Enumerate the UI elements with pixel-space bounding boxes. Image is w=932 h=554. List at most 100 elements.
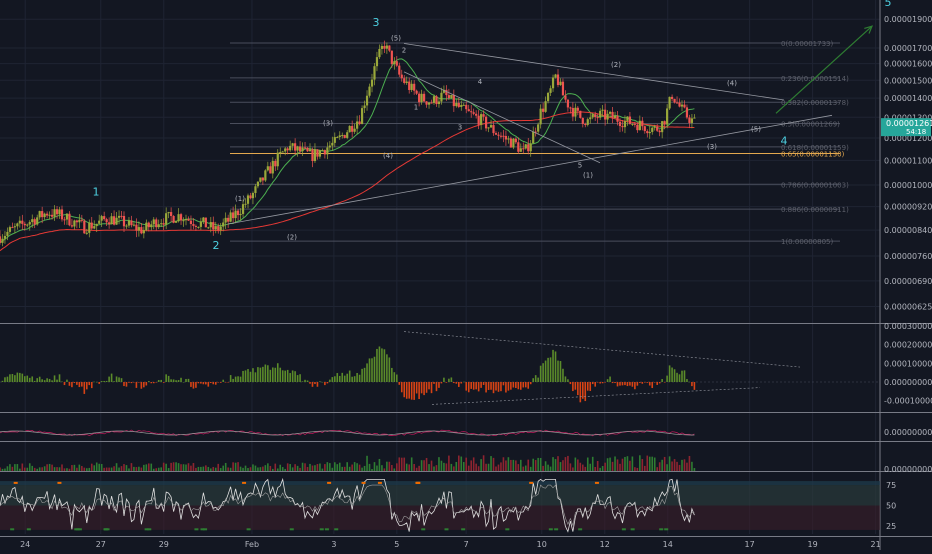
- candle-body[interactable]: [653, 126, 656, 128]
- candle-body[interactable]: [269, 166, 272, 174]
- candle-body[interactable]: [212, 222, 215, 230]
- candle-body[interactable]: [388, 45, 391, 51]
- candle-body[interactable]: [447, 95, 450, 98]
- candle-body[interactable]: [596, 117, 599, 119]
- candle-body[interactable]: [241, 204, 245, 214]
- candle-body[interactable]: [363, 105, 366, 109]
- candle-body[interactable]: [633, 123, 636, 125]
- candle-body[interactable]: [477, 115, 480, 125]
- candle-body[interactable]: [58, 209, 61, 215]
- candle-body[interactable]: [554, 74, 557, 78]
- candle-body[interactable]: [6, 231, 9, 236]
- candle-body[interactable]: [522, 148, 525, 150]
- candle-body[interactable]: [470, 111, 473, 113]
- candle-body[interactable]: [120, 215, 123, 217]
- candle-body[interactable]: [631, 123, 634, 125]
- candle-body[interactable]: [323, 150, 326, 155]
- candle-body[interactable]: [313, 149, 317, 162]
- candle-body[interactable]: [646, 131, 649, 134]
- candle-body[interactable]: [147, 222, 150, 228]
- candle-body[interactable]: [103, 216, 106, 220]
- candle-body[interactable]: [83, 220, 86, 234]
- candle-body[interactable]: [232, 212, 235, 219]
- candle-body[interactable]: [427, 102, 431, 105]
- candle-body[interactable]: [356, 121, 359, 129]
- candle-body[interactable]: [157, 224, 160, 228]
- candle-body[interactable]: [648, 131, 651, 134]
- candle-body[interactable]: [316, 149, 319, 157]
- candle-body[interactable]: [132, 224, 136, 226]
- candle-body[interactable]: [155, 219, 158, 228]
- candle-body[interactable]: [249, 195, 252, 199]
- candle-body[interactable]: [504, 135, 508, 140]
- candle-body[interactable]: [400, 74, 403, 79]
- candle-body[interactable]: [673, 98, 676, 103]
- candle-body[interactable]: [432, 96, 436, 103]
- candle-body[interactable]: [539, 108, 542, 125]
- candle-body[interactable]: [227, 217, 230, 222]
- candle-body[interactable]: [187, 219, 190, 221]
- candle-body[interactable]: [73, 220, 76, 227]
- candle-body[interactable]: [207, 227, 210, 229]
- candle-body[interactable]: [638, 120, 641, 131]
- candle-body[interactable]: [98, 220, 101, 224]
- candle-body[interactable]: [197, 226, 200, 228]
- candle-body[interactable]: [460, 105, 463, 107]
- candle-body[interactable]: [529, 143, 532, 152]
- candle-body[interactable]: [274, 160, 277, 167]
- candle-body[interactable]: [55, 209, 59, 215]
- candle-body[interactable]: [90, 222, 93, 229]
- candle-body[interactable]: [413, 83, 416, 91]
- candle-body[interactable]: [108, 222, 111, 225]
- trading-chart[interactable]: 0(0.00001733) 0.236(0.00001514) 0.382(0.00…: [0, 0, 932, 550]
- candle-body[interactable]: [174, 221, 178, 223]
- candle-body[interactable]: [18, 220, 21, 224]
- candle-body[interactable]: [192, 224, 195, 226]
- candle-body[interactable]: [234, 210, 237, 219]
- candle-body[interactable]: [601, 109, 604, 111]
- candle-body[interactable]: [140, 227, 143, 234]
- candle-body[interactable]: [487, 127, 490, 129]
- candle-body[interactable]: [499, 135, 503, 137]
- candle-body[interactable]: [21, 220, 24, 224]
- candle-body[interactable]: [514, 138, 517, 143]
- candle-body[interactable]: [475, 113, 478, 116]
- candle-body[interactable]: [117, 215, 121, 218]
- candle-body[interactable]: [294, 143, 297, 151]
- candle-body[interactable]: [48, 214, 51, 216]
- candle-body[interactable]: [532, 131, 535, 144]
- candle-body[interactable]: [95, 223, 98, 227]
- candle-body[interactable]: [658, 130, 661, 133]
- candle-body[interactable]: [224, 217, 227, 223]
- candle-body[interactable]: [472, 112, 475, 114]
- candle-body[interactable]: [328, 145, 331, 148]
- candle-body[interactable]: [581, 117, 584, 125]
- candle-body[interactable]: [13, 226, 16, 228]
- candle-body[interactable]: [33, 219, 36, 225]
- candle-body[interactable]: [222, 222, 225, 227]
- candle-body[interactable]: [209, 222, 212, 228]
- candle-body[interactable]: [26, 224, 29, 226]
- candle-body[interactable]: [527, 144, 530, 152]
- candle-body[interactable]: [246, 195, 250, 204]
- candle-body[interactable]: [261, 177, 264, 181]
- candle-body[interactable]: [559, 81, 562, 86]
- chart-canvas[interactable]: 0(0.00001733) 0.236(0.00001514) 0.382(0.00…: [0, 0, 932, 550]
- candle-body[interactable]: [301, 147, 304, 152]
- candle-body[interactable]: [430, 102, 433, 104]
- candle-body[interactable]: [457, 102, 460, 107]
- candle-body[interactable]: [616, 115, 619, 122]
- candle-body[interactable]: [604, 109, 607, 120]
- candle-body[interactable]: [296, 146, 299, 151]
- candle-body[interactable]: [591, 114, 594, 118]
- candle-body[interactable]: [338, 135, 341, 138]
- candle-body[interactable]: [189, 220, 193, 225]
- candle-body[interactable]: [298, 146, 302, 152]
- candle-body[interactable]: [651, 127, 654, 132]
- candle-body[interactable]: [38, 211, 41, 218]
- candle-body[interactable]: [348, 125, 351, 133]
- candle-body[interactable]: [11, 227, 14, 229]
- candle-body[interactable]: [678, 102, 681, 107]
- candle-body[interactable]: [142, 230, 145, 234]
- candle-body[interactable]: [68, 213, 71, 226]
